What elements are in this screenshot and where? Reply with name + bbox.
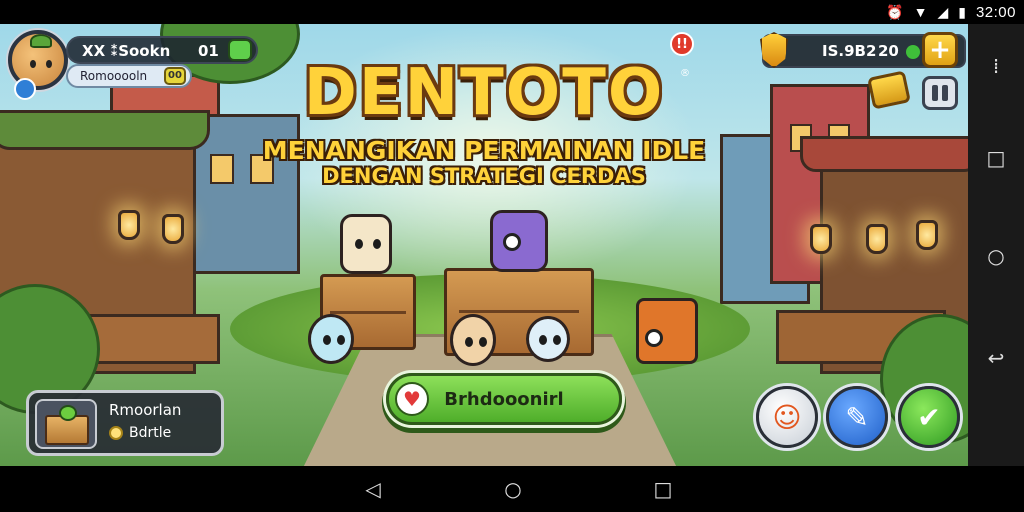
signal-icon: ◢: [937, 3, 949, 20]
alarm-icon: ⏰: [886, 3, 904, 20]
start-button-label: Brhdooonirl: [444, 388, 564, 410]
character-orange-robot[interactable]: [636, 298, 698, 364]
status-time: 32:00: [975, 3, 1016, 21]
currency-count: 20: [878, 42, 899, 60]
add-currency-button[interactable]: +: [922, 32, 958, 68]
home-circle-icon[interactable]: ○: [500, 476, 526, 502]
player-level: 01: [198, 42, 219, 60]
level-badge-icon: [14, 78, 36, 100]
leaf-icon: [30, 34, 52, 48]
coin-icon: [109, 426, 123, 440]
pause-button[interactable]: [922, 76, 958, 110]
nav-right-bar: ⁞ □ ○ ↩: [968, 24, 1024, 466]
lamp-right-1: [866, 224, 888, 254]
notification-badge[interactable]: !!: [670, 32, 694, 56]
clover-icon: [906, 45, 920, 59]
player-name-bar[interactable]: XX ⁑Sookn 01: [66, 36, 258, 64]
player-sub-label: Romooooln: [80, 69, 148, 83]
panel-title: Rmoorlan: [109, 401, 182, 419]
character-sprout-kid[interactable]: [450, 314, 496, 366]
gem-icon: [228, 39, 252, 61]
checkmark-icon: ✔: [917, 400, 941, 434]
pencil-icon: ✎: [845, 400, 869, 434]
status-bar: ⏰ ▼ ◢ ▮ 32:00: [0, 0, 1024, 24]
heart-icon: ♥: [395, 382, 429, 416]
inventory-panel[interactable]: Rmoorlan Bdrtle: [26, 390, 224, 456]
nav-bottom-bar: ◁ ○ □: [0, 466, 1024, 512]
confirm-button[interactable]: ✔: [898, 386, 960, 448]
crate-icon: [35, 399, 97, 449]
character-block-sprout[interactable]: [340, 214, 392, 274]
reward-icon: 00: [164, 67, 186, 85]
lamp-left-2: [162, 214, 184, 244]
battery-icon: ▮: [958, 3, 966, 20]
character-blue-cat[interactable]: [308, 314, 354, 364]
back-triangle-icon[interactable]: ◁: [360, 476, 386, 502]
lamp-right-2: [916, 220, 938, 250]
character-purple-robot[interactable]: [490, 210, 548, 272]
shield-icon: [760, 32, 788, 68]
menu-dots-icon[interactable]: ⁞: [982, 52, 1010, 80]
subtitle-line-1: MENANGIKAN PERMAINAN IDLE: [262, 136, 706, 165]
player-sub-bar[interactable]: Romooooln 00: [66, 64, 192, 88]
trademark: ®: [680, 68, 690, 79]
square-icon[interactable]: □: [982, 144, 1010, 172]
start-button[interactable]: ♥ Brhdooonirl: [386, 373, 622, 425]
currency-value: IS.9B2: [822, 42, 877, 60]
subtitle-line-2: DENGAN STRATEGI CERDAS: [322, 164, 646, 188]
circle-icon[interactable]: ○: [982, 242, 1010, 270]
character-bunny[interactable]: [526, 316, 570, 362]
mascot-face-icon: ☺: [772, 400, 802, 434]
wifi-icon: ▼: [913, 4, 928, 20]
player-name: XX ⁑Sookn: [82, 42, 171, 60]
back-icon[interactable]: ↩: [982, 344, 1010, 372]
recents-square-icon[interactable]: □: [650, 476, 676, 502]
lamp-left-1: [118, 210, 140, 240]
game-scene[interactable]: DENTOTO ® MENANGIKAN PERMAINAN IDLE DENG…: [0, 24, 968, 466]
edit-button[interactable]: ✎: [826, 386, 888, 448]
panel-value: Bdrtle: [129, 425, 172, 441]
character-button[interactable]: ☺: [756, 386, 818, 448]
lamp-right-3: [810, 224, 832, 254]
